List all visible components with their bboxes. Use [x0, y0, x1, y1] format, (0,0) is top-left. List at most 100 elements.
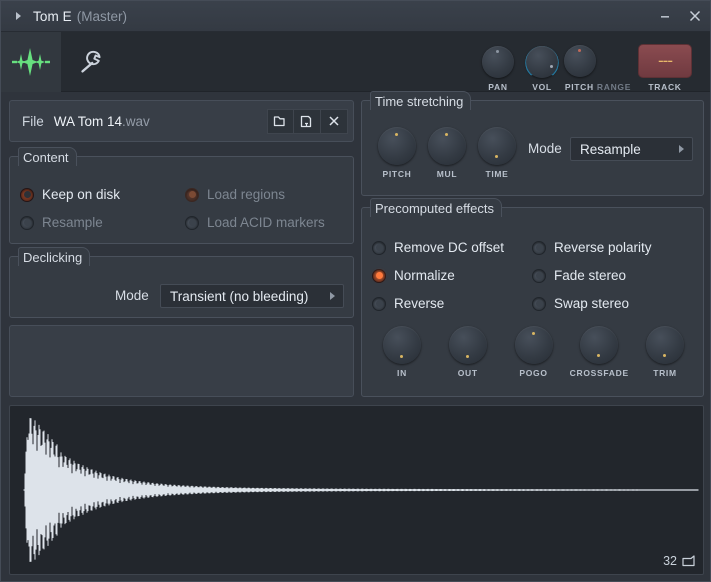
normalize-radio[interactable]: [372, 268, 386, 283]
file-name[interactable]: WA Tom 14: [54, 114, 122, 129]
waveform-graphic: [23, 418, 699, 562]
crossfade-knob[interactable]: [580, 326, 619, 364]
clear-file-button[interactable]: [321, 108, 348, 134]
ts-mul-knob-label: MUL: [436, 169, 458, 179]
trim-knob-unit: TRIM: [635, 326, 695, 378]
pan-knob-label: PAN: [488, 81, 508, 92]
crossfade-knob-label: CROSSFADE: [569, 368, 629, 378]
expand-arrow-icon[interactable]: [13, 10, 23, 22]
window-title: Tom E: [33, 8, 72, 24]
load-regions-label: Load regions: [207, 187, 286, 202]
sample-tab[interactable]: [1, 31, 61, 92]
folder-icon: [273, 116, 285, 127]
in-knob-unit: IN: [372, 326, 432, 378]
declicking-mode-label: Mode: [115, 288, 149, 303]
time-stretching-mode-combo[interactable]: Resample: [570, 137, 693, 161]
pogo-knob-label: POGO: [519, 368, 548, 378]
close-icon: [329, 116, 339, 126]
master-knobs: PAN VOL 2 PITCH RANGE --- TRACK: [476, 32, 710, 92]
precomputed-effects-knobs: IN OUT POGO CROSSFADE TRIM: [372, 326, 695, 378]
out-knob[interactable]: [448, 326, 487, 364]
crossfade-knob-unit: CROSSFADE: [569, 326, 629, 378]
reverse-polarity-option[interactable]: Reverse polarity: [532, 240, 652, 255]
time-stretching-group-title: Time stretching: [370, 91, 472, 110]
save-file-button[interactable]: [294, 108, 321, 134]
remove-dc-offset-option[interactable]: Remove DC offset: [372, 240, 504, 255]
normalize-option[interactable]: Normalize: [372, 268, 455, 283]
keep-on-disk-label: Keep on disk: [42, 187, 121, 202]
keep-on-disk-radio[interactable]: [20, 187, 34, 202]
time-stretching-knobs: PITCH MUL TIME: [378, 127, 516, 179]
reverse-radio[interactable]: [372, 296, 386, 311]
pitch-label: PITCH: [564, 81, 594, 92]
track-value[interactable]: ---: [638, 43, 692, 78]
reverse-label: Reverse: [394, 296, 445, 311]
pitch-knob[interactable]: [564, 44, 596, 77]
waveform-display[interactable]: 32: [9, 405, 704, 575]
bit-depth-label: 32: [663, 554, 677, 568]
file-buttons: [267, 108, 348, 134]
title-bar: Tom E (Master): [1, 1, 710, 32]
time-stretching-mode-value: Resample: [580, 141, 641, 157]
reverse-option[interactable]: Reverse: [372, 296, 444, 311]
file-row: File WA Tom 14 .wav: [10, 101, 353, 141]
time-stretching-group: Time stretching PITCH MUL TIME Mode Resa…: [361, 91, 704, 196]
wrench-icon: [81, 50, 101, 73]
reverse-polarity-label: Reverse polarity: [554, 240, 652, 255]
ts-pitch-knob[interactable]: [378, 127, 416, 165]
close-button[interactable]: [680, 1, 710, 32]
pogo-knob-unit: POGO: [504, 326, 564, 378]
vol-knob-label: VOL: [532, 81, 552, 92]
ts-time-knob[interactable]: [478, 127, 516, 165]
ts-mul-knob[interactable]: [428, 127, 466, 165]
load-acid-markers-label: Load ACID markers: [207, 215, 325, 230]
swap-stereo-label: Swap stereo: [554, 296, 630, 311]
swap-stereo-radio[interactable]: [532, 296, 546, 311]
out-knob-label: OUT: [457, 368, 478, 378]
reverse-polarity-radio[interactable]: [532, 240, 546, 255]
vol-knob[interactable]: [526, 45, 558, 78]
load-acid-markers-option[interactable]: Load ACID markers: [185, 215, 325, 230]
ts-pitch-knob-unit: PITCH: [378, 127, 416, 179]
fade-stereo-radio[interactable]: [532, 268, 546, 283]
window-controls: [650, 1, 710, 31]
remove-dc-offset-radio[interactable]: [372, 240, 386, 255]
load-regions-option[interactable]: Load regions: [185, 187, 285, 202]
minimize-button[interactable]: [650, 1, 680, 32]
file-label: File: [22, 113, 44, 129]
swap-stereo-option[interactable]: Swap stereo: [532, 296, 629, 311]
resample-label: Resample: [42, 215, 103, 230]
in-knob-label: IN: [397, 368, 407, 378]
tools-tab[interactable]: [61, 32, 117, 92]
ts-time-knob-unit: TIME: [478, 127, 516, 179]
declicking-group: Declicking Mode Transient (no bleeding): [9, 247, 354, 318]
fade-stereo-option[interactable]: Fade stereo: [532, 268, 626, 283]
left-empty-panel: [9, 325, 354, 397]
content-group-title: Content: [18, 147, 77, 166]
resample-option[interactable]: Resample: [20, 215, 103, 230]
ts-pitch-knob-label: PITCH: [382, 169, 412, 179]
waveform-info-badge: 32: [663, 554, 695, 568]
time-stretching-mode-label: Mode: [528, 141, 562, 156]
keep-on-disk-option[interactable]: Keep on disk: [20, 187, 120, 202]
trim-knob[interactable]: [646, 326, 684, 364]
load-regions-radio[interactable]: [185, 187, 199, 202]
remove-dc-offset-label: Remove DC offset: [394, 240, 505, 255]
declicking-mode-value: Transient (no bleeding): [170, 288, 309, 304]
sample-format-icon: [682, 554, 695, 566]
open-file-button[interactable]: [267, 108, 294, 134]
pogo-knob[interactable]: [514, 326, 553, 364]
resample-radio[interactable]: [20, 215, 34, 230]
track-unit: --- TRACK: [632, 34, 698, 92]
waveform-icon: [12, 47, 50, 76]
declicking-mode-combo[interactable]: Transient (no bleeding): [160, 284, 344, 308]
chevron-right-icon: [330, 292, 335, 300]
load-acid-markers-radio[interactable]: [185, 215, 199, 230]
pan-knob-unit: PAN: [476, 34, 520, 92]
normalize-label: Normalize: [394, 268, 455, 283]
pan-knob[interactable]: [482, 45, 514, 78]
save-icon: [300, 115, 312, 127]
in-knob[interactable]: [383, 326, 421, 364]
precomputed-effects-group: Precomputed effects Remove DC offset Nor…: [361, 198, 704, 397]
precomputed-effects-group-title: Precomputed effects: [370, 198, 502, 217]
